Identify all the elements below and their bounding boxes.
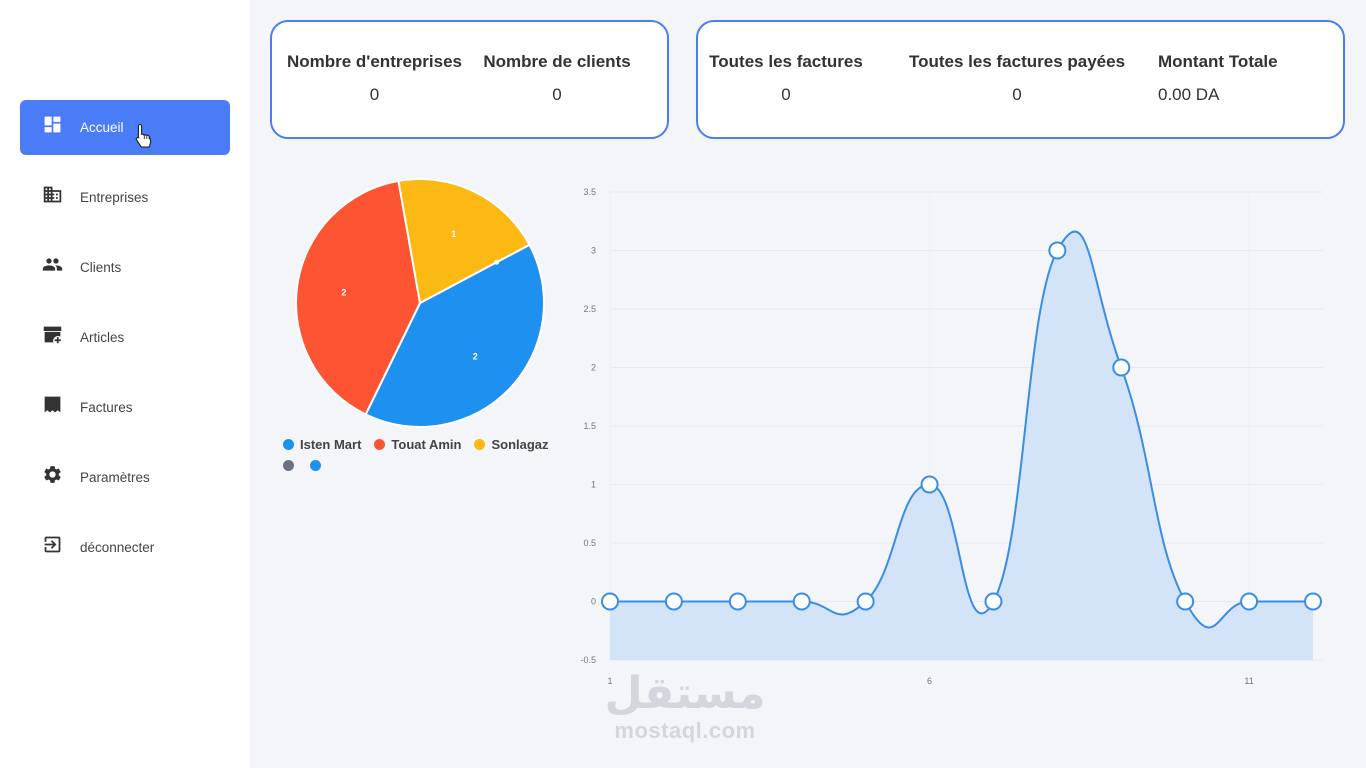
pie-data-label: 1 — [451, 229, 456, 239]
sidebar-item-clients[interactable]: Clients — [20, 240, 230, 295]
legend-dot — [283, 459, 294, 471]
sidebar-item-entreprises[interactable]: Entreprises — [20, 170, 230, 225]
stat-label: Toutes les factures payées — [908, 52, 1126, 71]
data-point[interactable] — [1048, 241, 1067, 260]
x-tick-label: 6 — [927, 676, 932, 686]
sidebar-item-label: Clients — [80, 260, 122, 275]
y-tick-label: 1.5 — [583, 421, 596, 431]
data-point[interactable] — [792, 592, 811, 611]
legend-label: Sonlagaz — [491, 436, 549, 452]
y-tick-label: -0.5 — [580, 655, 596, 665]
legend-item[interactable] — [310, 459, 327, 471]
stat-total-amount: Montant Totale 0.00 DA — [1158, 52, 1318, 105]
mostaql-watermark: مستقل mostaql.com — [600, 670, 770, 744]
legend-dot — [310, 459, 321, 471]
data-point[interactable] — [664, 592, 683, 611]
y-tick-label: 3.5 — [583, 187, 596, 197]
companies-clients-card: Nombre d'entreprises 0 Nombre de clients… — [270, 20, 669, 139]
people-icon — [41, 254, 63, 276]
legend-label: Touat Amin — [391, 436, 462, 452]
pie-data-label: 2 — [473, 351, 478, 361]
y-tick-label: 3 — [591, 246, 596, 256]
sidebar-item-parametres[interactable]: Paramètres — [20, 450, 230, 505]
series-line — [610, 230, 1313, 629]
sidebar-item-accueil[interactable]: Accueil — [20, 100, 230, 155]
y-tick-label: 2.5 — [583, 304, 596, 314]
pie-data-label: 2 — [341, 287, 346, 297]
sidebar-item-label: Entreprises — [80, 190, 149, 205]
legend-item[interactable]: Touat Amin — [374, 437, 461, 452]
stat-label: Toutes les factures — [709, 52, 863, 71]
sidebar-item-label: Factures — [80, 400, 133, 415]
sidebar-item-factures[interactable]: Factures — [20, 380, 230, 435]
data-point[interactable] — [984, 592, 1003, 611]
stat-paid-invoices: Toutes les factures payées 0 — [908, 52, 1126, 105]
stat-label: Montant Totale — [1158, 52, 1278, 71]
data-point[interactable] — [1176, 592, 1195, 611]
x-tick-label: 11 — [1244, 676, 1253, 686]
sidebar-item-label: Articles — [80, 330, 125, 345]
sidebar-nav: Accueil Entreprises Clients Articles Fac… — [20, 100, 230, 590]
legend-label: Isten Mart — [300, 436, 362, 452]
stat-clients: Nombre de clients 0 — [482, 52, 632, 105]
data-point[interactable] — [601, 592, 619, 611]
legend-dot — [474, 438, 486, 450]
watermark-latin: mostaql.com — [614, 718, 756, 743]
stat-value: 0 — [781, 85, 791, 104]
data-point[interactable] — [1112, 358, 1131, 377]
line-chart: -0.5 0 0.5 1 1.5 2 2.5 3 3.5 1 6 11 — [560, 178, 1340, 698]
area-fill — [610, 231, 1313, 660]
building-icon — [41, 184, 63, 206]
receipt-icon — [41, 394, 63, 416]
y-tick-label: 1 — [591, 480, 596, 490]
dashboard-icon — [41, 114, 63, 136]
data-point[interactable] — [856, 592, 875, 611]
pie-chart: 2 2 1 — [290, 178, 550, 438]
y-tick-label: 0.5 — [583, 538, 596, 548]
legend-item[interactable]: Isten Mart — [283, 437, 361, 452]
sidebar-item-label: Paramètres — [80, 470, 150, 485]
logout-icon — [41, 534, 63, 556]
legend-dot — [283, 438, 294, 450]
y-tick-label: 2 — [591, 363, 596, 373]
gear-icon — [41, 464, 63, 486]
data-point[interactable] — [920, 475, 939, 494]
sidebar: Accueil Entreprises Clients Articles Fac… — [0, 0, 250, 768]
stat-label: Nombre d'entreprises — [286, 52, 463, 71]
data-point[interactable] — [1240, 592, 1259, 611]
stat-invoices: Toutes les factures 0 — [708, 52, 864, 105]
invoices-card: Toutes les factures 0 Toutes les facture… — [696, 20, 1345, 139]
y-tick-label: 0 — [591, 597, 596, 607]
legend-item[interactable]: Sonlagaz — [474, 436, 549, 452]
stat-value: 0 — [369, 85, 380, 104]
stat-label: Nombre de clients — [483, 52, 631, 71]
legend-item[interactable] — [283, 459, 300, 471]
archive-add-icon — [41, 324, 63, 346]
pie-legend: Isten Mart Touat Amin Sonlagaz — [283, 436, 573, 478]
data-point[interactable] — [728, 592, 747, 611]
legend-dot — [374, 438, 386, 450]
stat-value: 0 — [1012, 85, 1022, 104]
data-point[interactable] — [1304, 592, 1322, 611]
stat-companies: Nombre d'entreprises 0 — [282, 52, 467, 105]
sidebar-item-label: Accueil — [80, 120, 124, 135]
sidebar-item-articles[interactable]: Articles — [20, 310, 230, 365]
hand-pointer-icon — [135, 123, 152, 148]
sidebar-item-label: déconnecter — [80, 540, 155, 555]
sidebar-item-deconnecter[interactable]: déconnecter — [20, 520, 230, 575]
pie-zero-marker — [494, 259, 500, 265]
stat-value: 0 — [552, 85, 562, 104]
stat-value: 0.00 DA — [1158, 85, 1220, 104]
watermark-arabic: مستقل — [604, 668, 766, 719]
